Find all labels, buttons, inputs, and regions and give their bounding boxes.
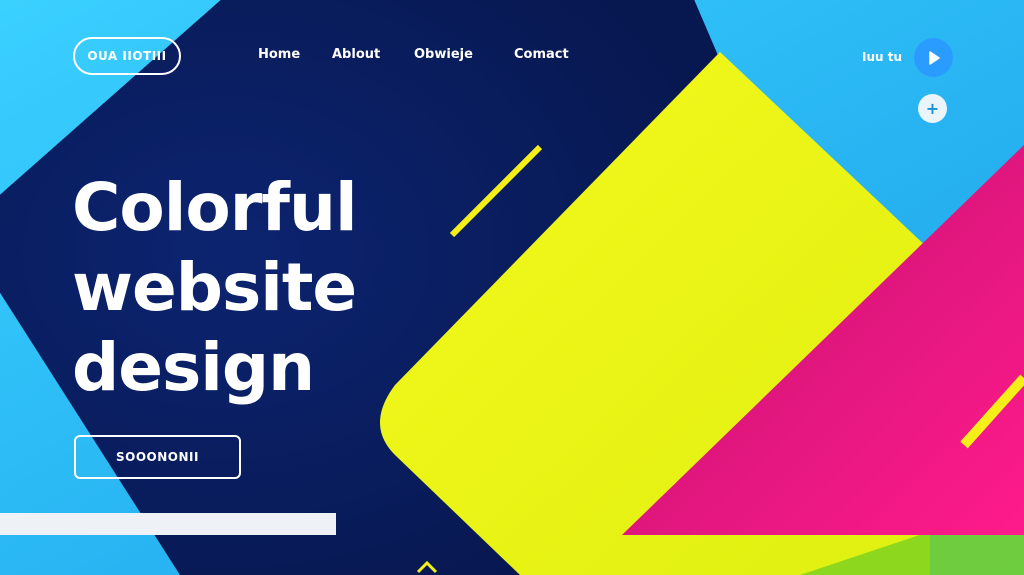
play-button[interactable] bbox=[914, 38, 953, 77]
nav-item-work[interactable]: Obwieje bbox=[414, 47, 473, 62]
landing-page: OUA IIOTIII Home Ablout Obwieje Comact I… bbox=[0, 0, 1024, 575]
add-button[interactable]: + bbox=[918, 94, 947, 123]
bottom-bar bbox=[0, 513, 336, 535]
cta-button[interactable]: SOOONONII bbox=[74, 435, 241, 479]
nav-item-home[interactable]: Home bbox=[258, 47, 300, 62]
logo-button[interactable]: OUA IIOTIII bbox=[73, 37, 181, 75]
header-right-link[interactable]: Iuu tu bbox=[862, 50, 902, 64]
hero-title-line-1: Colorful bbox=[72, 169, 358, 246]
play-icon bbox=[928, 50, 940, 65]
hero-title: Colorful website design bbox=[72, 168, 358, 408]
hero-title-line-2: website bbox=[72, 249, 357, 326]
hero-title-line-3: design bbox=[72, 329, 315, 406]
nav-item-about[interactable]: Ablout bbox=[332, 47, 380, 62]
plus-icon: + bbox=[925, 99, 940, 118]
nav-item-contact[interactable]: Comact bbox=[514, 47, 569, 62]
